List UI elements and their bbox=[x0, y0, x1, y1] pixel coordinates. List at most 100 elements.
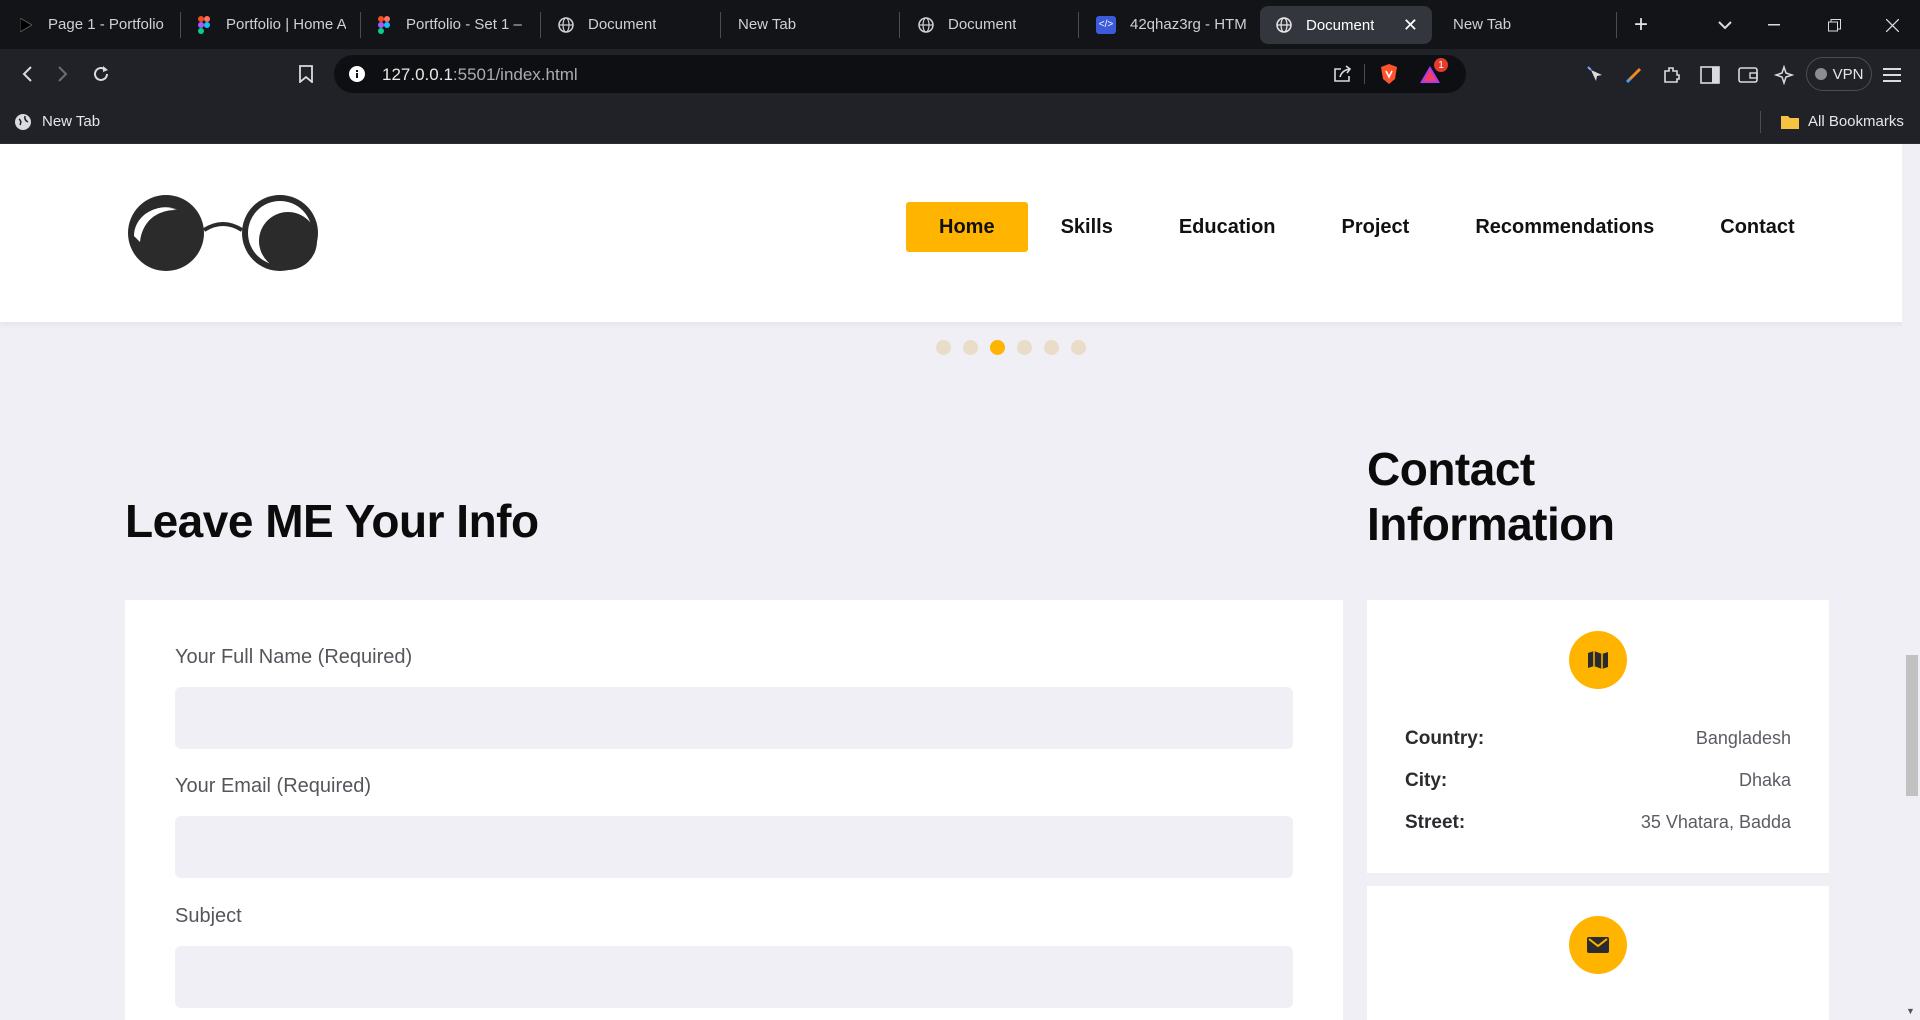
menu-hamburger-icon[interactable] bbox=[1880, 63, 1904, 87]
share-icon[interactable] bbox=[1332, 63, 1354, 85]
brave-shield-icon[interactable] bbox=[1378, 63, 1400, 85]
tab-title: 42qhaz3rg - HTM bbox=[1130, 16, 1246, 33]
globe-icon bbox=[558, 16, 574, 33]
city-key: City: bbox=[1405, 770, 1448, 791]
bookmark-label: New Tab bbox=[42, 113, 101, 130]
rewards-badge: 1 bbox=[1434, 58, 1448, 72]
restore-icon[interactable] bbox=[1814, 8, 1854, 42]
browser-toolbar: 127.0.0.1:5501/index.html 1 VPN bbox=[0, 49, 1920, 99]
figma-icon bbox=[376, 15, 392, 34]
tab-title: Page 1 - Portfolio bbox=[48, 16, 164, 33]
contact-heading-line2: Information bbox=[1367, 498, 1615, 550]
page-viewport: Home Skills Education Project Recommenda… bbox=[0, 144, 1902, 1020]
contact-form: Your Full Name (Required) Your Email (Re… bbox=[125, 600, 1343, 1020]
address-card: Country: Bangladesh City: Dhaka Street: … bbox=[1367, 600, 1829, 873]
back-icon[interactable] bbox=[10, 49, 44, 99]
tab-document-active[interactable]: Document ✕ bbox=[1260, 6, 1432, 44]
email-label: Your Email (Required) bbox=[175, 775, 372, 797]
brave-rewards-icon[interactable]: 1 bbox=[1418, 58, 1448, 85]
new-tab-button[interactable]: + bbox=[1624, 8, 1658, 42]
street-row: Street: 35 Vhatara, Badda bbox=[1405, 812, 1791, 834]
page-scrollbar[interactable]: ▼ bbox=[1902, 144, 1920, 1020]
tab-page1-portfolio[interactable]: Page 1 - Portfolio bbox=[18, 0, 168, 49]
folder-icon bbox=[1780, 114, 1800, 130]
tab-42qhaz3rg[interactable]: </> 42qhaz3rg - HTM bbox=[1096, 0, 1246, 49]
vpn-status-icon bbox=[1814, 68, 1827, 80]
minimize-icon[interactable] bbox=[1754, 8, 1794, 42]
vpn-button[interactable]: VPN bbox=[1806, 57, 1872, 91]
nav-skills[interactable]: Skills bbox=[1028, 202, 1146, 252]
nav-home[interactable]: Home bbox=[906, 202, 1028, 252]
tab-title: Document bbox=[588, 16, 657, 33]
tab-title: Portfolio - Set 1 – bbox=[406, 16, 522, 33]
street-value: 35 Vhatara, Badda bbox=[1640, 812, 1791, 832]
tab-search-chevron-icon[interactable] bbox=[1708, 8, 1742, 42]
subject-input[interactable] bbox=[175, 946, 1293, 1008]
browser-tab-bar: Page 1 - Portfolio Portfolio | Home A Po… bbox=[0, 0, 1920, 49]
nav-recommendations[interactable]: Recommendations bbox=[1442, 202, 1687, 252]
tab-document-1[interactable]: Document bbox=[558, 0, 708, 49]
reload-icon[interactable] bbox=[84, 49, 118, 99]
slider-dot[interactable] bbox=[1017, 340, 1032, 355]
tab-title: New Tab bbox=[1453, 16, 1512, 33]
email-card bbox=[1367, 886, 1829, 1020]
site-info-icon[interactable] bbox=[348, 65, 366, 83]
city-value: Dhaka bbox=[1738, 770, 1791, 790]
tab-title: Document bbox=[1306, 16, 1375, 34]
contact-heading-line1: Contact bbox=[1367, 443, 1535, 495]
contact-heading: Contact Information bbox=[1367, 442, 1615, 552]
nav-education[interactable]: Education bbox=[1146, 202, 1309, 252]
leo-cursor-icon[interactable] bbox=[1584, 63, 1608, 87]
extensions-puzzle-icon[interactable] bbox=[1660, 63, 1684, 87]
pen-extension-icon[interactable] bbox=[1622, 63, 1646, 87]
country-row: Country: Bangladesh bbox=[1405, 728, 1791, 750]
full-name-label: Your Full Name (Required) bbox=[175, 646, 413, 668]
map-icon bbox=[1569, 631, 1627, 689]
tab-document-2[interactable]: Document bbox=[918, 0, 1068, 49]
city-row: City: Dhaka bbox=[1405, 770, 1791, 792]
scroll-down-arrow-icon[interactable]: ▼ bbox=[1906, 1006, 1915, 1016]
slider-dot[interactable] bbox=[936, 340, 951, 355]
wallet-icon[interactable] bbox=[1736, 63, 1760, 87]
country-value: Bangladesh bbox=[1695, 728, 1791, 748]
tab-portfolio-home[interactable]: Portfolio | Home A bbox=[196, 0, 346, 49]
globe-icon bbox=[1276, 17, 1292, 33]
slider-dot-active[interactable] bbox=[990, 340, 1005, 355]
tab-title: Document bbox=[948, 16, 1017, 33]
slider-dot[interactable] bbox=[1044, 340, 1059, 355]
envelope-icon bbox=[1569, 916, 1627, 974]
tab-title: Portfolio | Home A bbox=[226, 16, 346, 33]
glasses-logo-icon[interactable] bbox=[126, 192, 320, 274]
address-bar[interactable]: 127.0.0.1:5501/index.html 1 bbox=[334, 55, 1466, 93]
email-input[interactable] bbox=[175, 816, 1293, 878]
nav-contact[interactable]: Contact bbox=[1687, 202, 1827, 252]
slider-dots bbox=[936, 340, 1086, 355]
country-key: Country: bbox=[1405, 728, 1485, 749]
subject-label: Subject bbox=[175, 905, 242, 927]
url-text[interactable]: 127.0.0.1:5501/index.html bbox=[382, 65, 578, 85]
bookmarks-bar: New Tab All Bookmarks bbox=[0, 99, 1920, 144]
sidebar-toggle-icon[interactable] bbox=[1698, 63, 1722, 87]
scrollbar-thumb[interactable] bbox=[1906, 655, 1918, 796]
tab-portfolio-set1[interactable]: Portfolio - Set 1 – bbox=[376, 0, 526, 49]
main-nav: Home Skills Education Project Recommenda… bbox=[906, 202, 1828, 252]
tab-new-tab-1[interactable]: New Tab bbox=[738, 0, 888, 49]
close-tab-icon[interactable]: ✕ bbox=[1403, 15, 1418, 36]
tab-title: New Tab bbox=[738, 16, 797, 33]
globe-icon bbox=[14, 113, 32, 131]
tab-new-tab-2[interactable]: New Tab bbox=[1453, 0, 1603, 49]
site-header: Home Skills Education Project Recommenda… bbox=[0, 144, 1902, 322]
all-bookmarks-button[interactable]: All Bookmarks bbox=[1780, 99, 1904, 144]
play-icon bbox=[18, 17, 34, 33]
code-icon: </> bbox=[1096, 15, 1116, 34]
leo-ai-icon[interactable] bbox=[1772, 63, 1796, 87]
close-window-icon[interactable] bbox=[1872, 8, 1912, 42]
bookmark-new-tab[interactable]: New Tab bbox=[14, 99, 100, 144]
bookmark-icon[interactable] bbox=[289, 49, 323, 99]
nav-project[interactable]: Project bbox=[1309, 202, 1443, 252]
globe-icon bbox=[918, 16, 934, 33]
forward-icon[interactable] bbox=[46, 49, 80, 99]
slider-dot[interactable] bbox=[963, 340, 978, 355]
slider-dot[interactable] bbox=[1071, 340, 1086, 355]
full-name-input[interactable] bbox=[175, 687, 1293, 749]
